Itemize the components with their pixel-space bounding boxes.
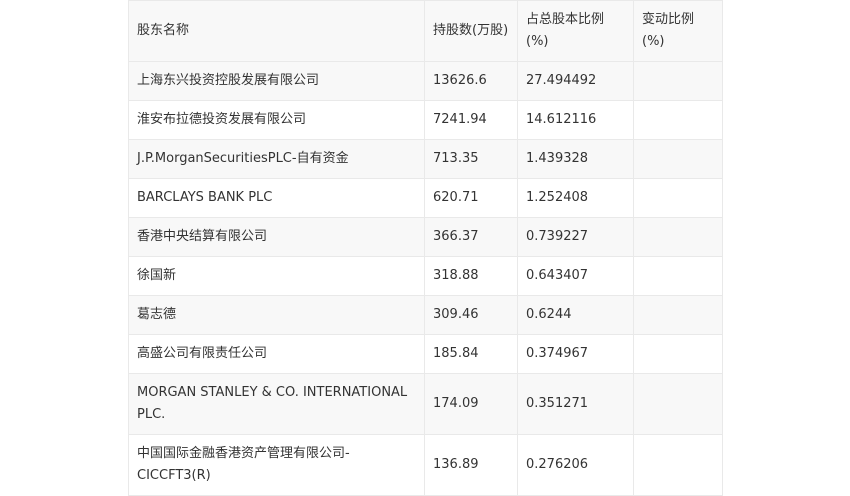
- table-row: 高盛公司有限责任公司 185.84 0.374967: [128, 334, 723, 374]
- table-row: 中国国际金融香港资产管理有限公司-CICCFT3(R) 136.89 0.276…: [128, 434, 723, 496]
- cell-share-ratio: 0.276206: [517, 434, 634, 496]
- table-row: 徐国新 318.88 0.643407: [128, 256, 723, 296]
- table-row: 上海东兴投资控股发展有限公司 13626.6 27.494492: [128, 61, 723, 101]
- cell-share-ratio: 27.494492: [517, 61, 634, 101]
- cell-shares-held: 620.71: [424, 178, 518, 218]
- cell-change-ratio: [633, 256, 723, 296]
- table-row: BARCLAYS BANK PLC 620.71 1.252408: [128, 178, 723, 218]
- cell-shareholder-name: 上海东兴投资控股发展有限公司: [128, 61, 425, 101]
- cell-shareholder-name: 高盛公司有限责任公司: [128, 334, 425, 374]
- cell-shares-held: 713.35: [424, 139, 518, 179]
- cell-shareholder-name: 淮安布拉德投资发展有限公司: [128, 100, 425, 140]
- table-row: 香港中央结算有限公司 366.37 0.739227: [128, 217, 723, 257]
- header-change-ratio: 变动比例(%): [633, 0, 723, 62]
- cell-change-ratio: [633, 139, 723, 179]
- table-row: 葛志德 309.46 0.6244: [128, 295, 723, 335]
- cell-share-ratio: 0.739227: [517, 217, 634, 257]
- cell-shares-held: 309.46: [424, 295, 518, 335]
- table-header-row: 股东名称 持股数(万股) 占总股本比例(%) 变动比例(%): [128, 0, 723, 62]
- cell-share-ratio: 0.351271: [517, 373, 634, 435]
- header-shareholder-name: 股东名称: [128, 0, 425, 62]
- table-row: J.P.MorganSecuritiesPLC-自有资金 713.35 1.43…: [128, 139, 723, 179]
- cell-change-ratio: [633, 334, 723, 374]
- cell-shareholder-name: 香港中央结算有限公司: [128, 217, 425, 257]
- table-row: MORGAN STANLEY & CO. INTERNATIONAL PLC. …: [128, 373, 723, 435]
- cell-share-ratio: 1.252408: [517, 178, 634, 218]
- cell-shareholder-name: BARCLAYS BANK PLC: [128, 178, 425, 218]
- header-shares-held: 持股数(万股): [424, 0, 518, 62]
- table-row: 淮安布拉德投资发展有限公司 7241.94 14.612116: [128, 100, 723, 140]
- cell-shareholder-name: MORGAN STANLEY & CO. INTERNATIONAL PLC.: [128, 373, 425, 435]
- cell-change-ratio: [633, 434, 723, 496]
- cell-share-ratio: 0.6244: [517, 295, 634, 335]
- cell-share-ratio: 14.612116: [517, 100, 634, 140]
- cell-shareholder-name: J.P.MorganSecuritiesPLC-自有资金: [128, 139, 425, 179]
- cell-shares-held: 174.09: [424, 373, 518, 435]
- cell-shareholder-name: 中国国际金融香港资产管理有限公司-CICCFT3(R): [128, 434, 425, 496]
- cell-change-ratio: [633, 100, 723, 140]
- cell-change-ratio: [633, 373, 723, 435]
- cell-change-ratio: [633, 217, 723, 257]
- shareholder-table-container: 股东名称 持股数(万股) 占总股本比例(%) 变动比例(%) 上海东兴投资控股发…: [128, 0, 723, 496]
- shareholder-table: 股东名称 持股数(万股) 占总股本比例(%) 变动比例(%) 上海东兴投资控股发…: [128, 0, 723, 496]
- cell-shareholder-name: 徐国新: [128, 256, 425, 296]
- cell-change-ratio: [633, 61, 723, 101]
- cell-shares-held: 185.84: [424, 334, 518, 374]
- cell-shares-held: 7241.94: [424, 100, 518, 140]
- cell-change-ratio: [633, 178, 723, 218]
- header-share-ratio: 占总股本比例(%): [517, 0, 634, 62]
- cell-shares-held: 318.88: [424, 256, 518, 296]
- cell-share-ratio: 0.643407: [517, 256, 634, 296]
- cell-shares-held: 366.37: [424, 217, 518, 257]
- cell-shares-held: 13626.6: [424, 61, 518, 101]
- cell-change-ratio: [633, 295, 723, 335]
- cell-shareholder-name: 葛志德: [128, 295, 425, 335]
- cell-share-ratio: 1.439328: [517, 139, 634, 179]
- cell-share-ratio: 0.374967: [517, 334, 634, 374]
- cell-shares-held: 136.89: [424, 434, 518, 496]
